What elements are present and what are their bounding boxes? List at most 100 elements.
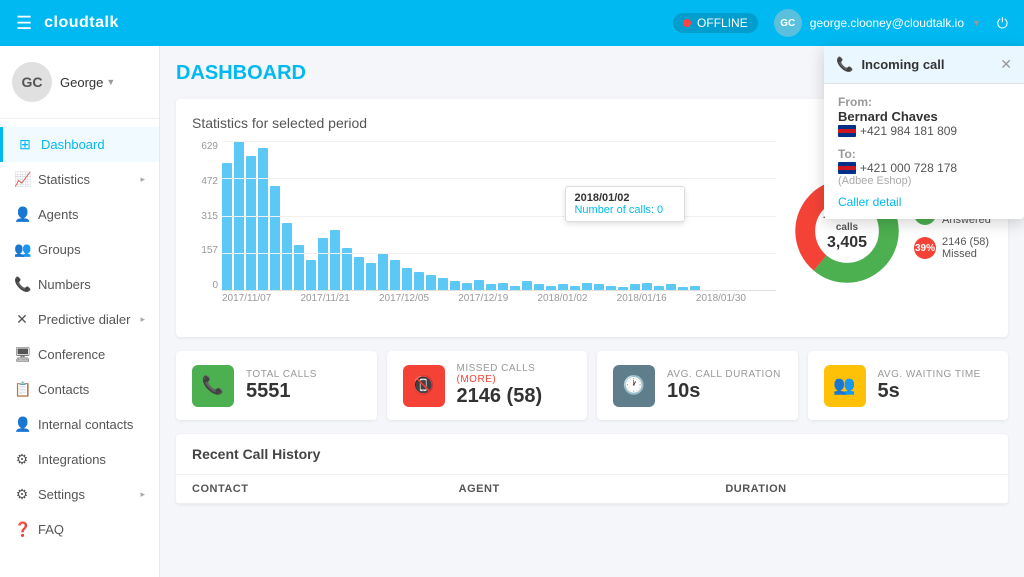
bar[interactable] (594, 284, 604, 290)
bar[interactable] (582, 283, 592, 290)
bar[interactable] (282, 223, 292, 290)
offline-dot-icon (683, 19, 691, 27)
bar[interactable] (666, 284, 676, 290)
status-badge[interactable]: OFFLINE (673, 13, 758, 33)
bar[interactable] (426, 275, 436, 290)
bar[interactable] (630, 284, 640, 290)
app-logo: cloudtalk (44, 14, 673, 32)
bar[interactable] (498, 283, 508, 290)
bar[interactable] (522, 281, 532, 290)
stat-card-total-calls: 📞 TOTAL CALLS 5551 (176, 351, 377, 420)
stat-label: AVG. CALL DURATION (667, 369, 781, 380)
avg-waiting-icon: 👥 (824, 365, 866, 407)
sidebar-item-statistics[interactable]: 📈 Statistics ▸ (0, 162, 159, 197)
sidebar-item-faq[interactable]: ❓ FAQ (0, 512, 159, 547)
bar[interactable] (414, 272, 424, 290)
bar[interactable] (486, 284, 496, 290)
sidebar-item-label: Statistics (38, 172, 90, 187)
caller-detail-link[interactable]: Caller detail (838, 195, 1010, 209)
profile-name-button[interactable]: George ▼ (60, 75, 115, 90)
sidebar-item-contacts[interactable]: 📋 Contacts (0, 372, 159, 407)
popup-from-row: From: Bernard Chaves +421 984 181 809 (838, 94, 1010, 138)
bar[interactable] (546, 286, 556, 290)
y-label: 315 (192, 211, 218, 222)
sidebar-item-settings[interactable]: ⚙ Settings ▸ (0, 477, 159, 512)
integrations-icon: ⚙ (14, 451, 30, 468)
internal-contacts-icon: 👤 (14, 416, 30, 433)
from-label: From: (838, 95, 872, 109)
user-menu[interactable]: GC george.clooney@cloudtalk.io ▼ (774, 9, 981, 37)
chart-x-labels: 2017/11/07 2017/11/21 2017/12/05 2017/12… (192, 291, 776, 304)
legend-item-missed: 39% 2146 (58) Missed (914, 236, 992, 260)
missed-calls-icon: 📵 (403, 365, 445, 407)
missed-dot: 39% (914, 237, 936, 259)
bar[interactable] (510, 286, 520, 290)
bar[interactable] (642, 283, 652, 290)
contacts-icon: 📋 (14, 381, 30, 398)
close-icon[interactable]: ✕ (1000, 56, 1012, 73)
sidebar-item-conference[interactable]: 🖥 Conference (0, 337, 159, 372)
chevron-right-icon: ▸ (140, 489, 145, 500)
from-phone: +421 984 181 809 (838, 124, 1010, 138)
bar[interactable] (462, 283, 472, 290)
sidebar-item-dashboard[interactable]: ⊞ Dashboard (0, 127, 159, 162)
bar[interactable] (246, 156, 256, 290)
sidebar-item-internal-contacts[interactable]: 👤 Internal contacts (0, 407, 159, 442)
avatar: GC (774, 9, 802, 37)
bar[interactable] (438, 278, 448, 290)
sidebar-item-numbers[interactable]: 📞 Numbers (0, 267, 159, 302)
bar[interactable] (606, 286, 616, 290)
bar[interactable] (258, 148, 268, 290)
chart-section: 629 472 315 157 0 (192, 141, 776, 321)
sidebar-item-label: Agents (38, 207, 78, 222)
sidebar-item-agents[interactable]: 👤 Agents (0, 197, 159, 232)
sidebar-item-integrations[interactable]: ⚙ Integrations (0, 442, 159, 477)
bar[interactable] (474, 280, 484, 290)
hamburger-menu-icon[interactable]: ☰ (16, 13, 32, 34)
tooltip-date: 2018/01/02 (574, 192, 676, 204)
bar[interactable] (570, 286, 580, 290)
bar[interactable] (378, 253, 388, 290)
phone-icon: 📞 (836, 56, 853, 73)
stat-label: AVG. WAITING TIME (878, 369, 981, 380)
legend-label: 2146 (58) Missed (942, 236, 992, 260)
conference-icon: 🖥 (14, 346, 30, 363)
bar[interactable] (318, 238, 328, 290)
bar[interactable] (390, 260, 400, 290)
bar[interactable] (678, 287, 688, 290)
sidebar-item-label: FAQ (38, 522, 64, 537)
bar[interactable] (534, 284, 544, 290)
donut-value: 3,405 (823, 234, 871, 252)
bar[interactable] (558, 284, 568, 290)
predictive-dialer-icon: ✕ (14, 311, 30, 328)
bar[interactable] (618, 287, 628, 290)
bar[interactable] (690, 286, 700, 290)
stat-label: MISSED CALLS (MORE) (457, 363, 572, 385)
bar[interactable] (402, 268, 412, 290)
bar[interactable] (222, 163, 232, 290)
bar[interactable] (270, 186, 280, 290)
sidebar-item-predictive-dialer[interactable]: ✕ Predictive dialer ▸ (0, 302, 159, 337)
stat-card-missed-calls: 📵 MISSED CALLS (MORE) 2146 (58) (387, 351, 588, 420)
more-link[interactable]: (MORE) (457, 374, 497, 385)
sidebar-profile: GC George ▼ (0, 46, 159, 119)
bar[interactable] (306, 260, 316, 290)
sidebar-nav: ⊞ Dashboard 📈 Statistics ▸ 👤 Agents 👥 Gr… (0, 119, 159, 577)
col-duration: DURATION (725, 483, 992, 495)
bar[interactable] (330, 230, 340, 290)
stat-cards-row: 📞 TOTAL CALLS 5551 📵 MISSED CALLS (MORE)… (176, 351, 1008, 420)
recent-call-history-card: Recent Call History CONTACT AGENT DURATI… (176, 434, 1008, 504)
bar[interactable] (342, 248, 352, 290)
bar[interactable] (354, 257, 364, 290)
col-contact: CONTACT (192, 483, 459, 495)
settings-icon: ⚙ (14, 486, 30, 503)
statistics-icon: 📈 (14, 171, 30, 188)
stat-info-waiting: AVG. WAITING TIME 5s (878, 369, 981, 403)
bar[interactable] (654, 286, 664, 290)
power-icon[interactable]: ⏻ (997, 15, 1008, 32)
groups-icon: 👥 (14, 241, 30, 258)
stat-info-missed: MISSED CALLS (MORE) 2146 (58) (457, 363, 572, 408)
bar[interactable] (366, 263, 376, 290)
bar[interactable] (450, 281, 460, 290)
sidebar-item-groups[interactable]: 👥 Groups (0, 232, 159, 267)
